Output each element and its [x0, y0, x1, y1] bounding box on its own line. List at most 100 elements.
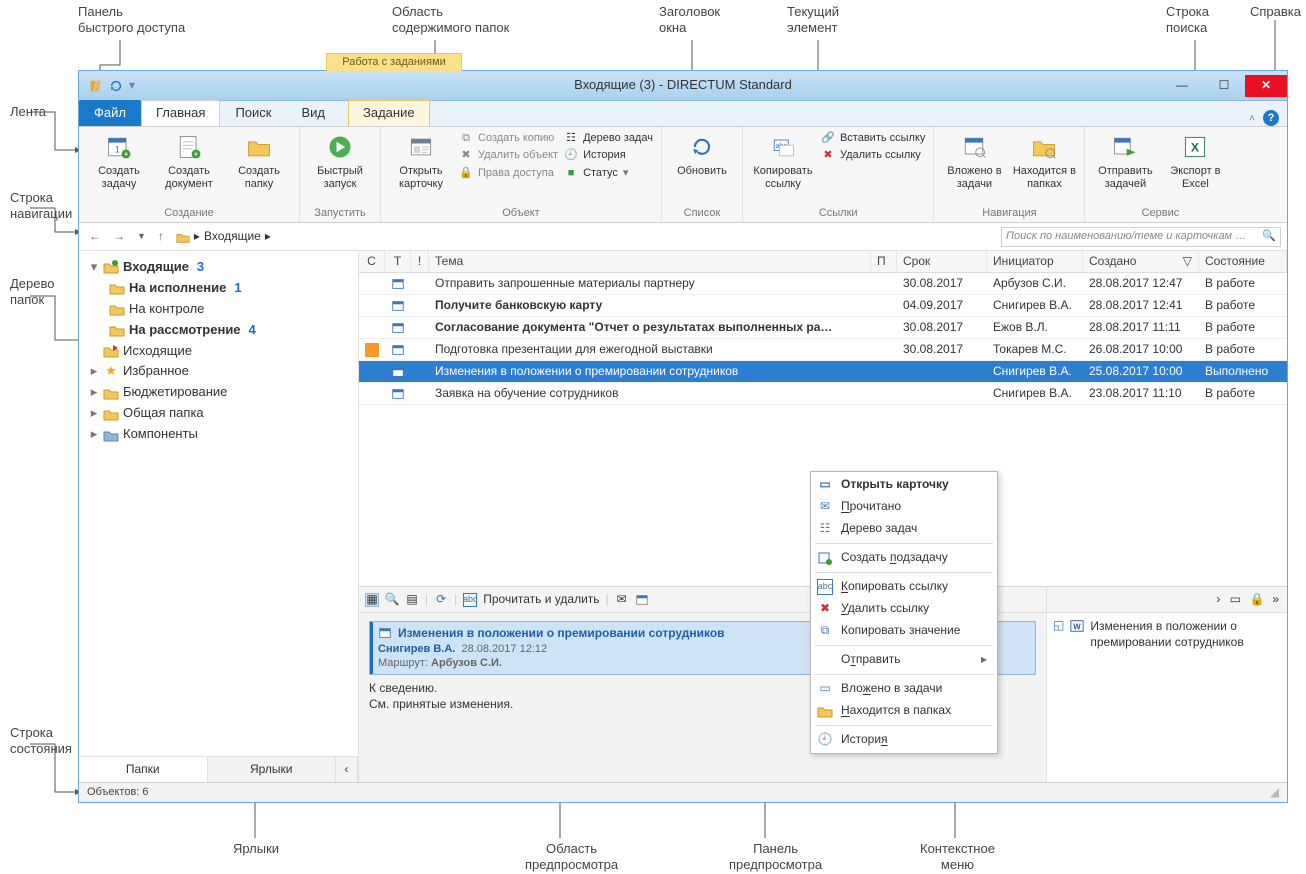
- table-row[interactable]: Изменения в положении о премировании сот…: [359, 361, 1287, 383]
- ctx-copy-value[interactable]: ⧉Копировать значение: [811, 620, 997, 642]
- create-task-button[interactable]: 1 Создать задачу: [87, 131, 151, 190]
- grid-body: Отправить запрошенные материалы партнеру…: [359, 273, 1287, 405]
- breadcrumb-root-icon: [176, 230, 190, 244]
- callout-shortcuts: Ярлыки: [233, 841, 279, 857]
- paste-link-button[interactable]: Вставить ссылку: [840, 131, 925, 145]
- nested-in-tasks-button[interactable]: Вложено в задачи: [942, 131, 1006, 190]
- tree-common-folder[interactable]: ▸ Общая папка: [83, 403, 354, 424]
- collapse-sidebar-button[interactable]: ‹: [336, 757, 358, 782]
- table-row[interactable]: Отправить запрошенные материалы партнеру…: [359, 273, 1287, 295]
- col-date[interactable]: Срок: [897, 251, 987, 272]
- group-create-label: Создание: [87, 206, 291, 220]
- table-row[interactable]: Подготовка презентации для ежегодной выс…: [359, 339, 1287, 361]
- delete-object-button[interactable]: Удалить объект: [478, 148, 558, 162]
- col-initiator[interactable]: Инициатор: [987, 251, 1083, 272]
- col-state[interactable]: Состояние: [1199, 251, 1287, 272]
- search-input[interactable]: Поиск по наименованию/теме и карточкам ……: [1001, 227, 1281, 247]
- ctx-nested-tasks[interactable]: ▭Вложено в задачи: [811, 678, 997, 700]
- read-and-delete-button[interactable]: Прочитать и удалить: [483, 592, 599, 608]
- ctx-history[interactable]: 🕘История: [811, 729, 997, 751]
- ctx-copy-link[interactable]: abcКопировать ссылку: [811, 576, 997, 598]
- nav-back-button[interactable]: ←: [85, 229, 105, 245]
- callout-help: Справка: [1250, 4, 1301, 20]
- collapse-ribbon-icon[interactable]: ˄: [1249, 112, 1255, 125]
- ctx-subtask[interactable]: Создать подзадачу: [811, 547, 997, 569]
- breadcrumb[interactable]: ▸ Входящие ▸: [176, 229, 271, 245]
- nav-up-button[interactable]: ↑: [154, 229, 168, 245]
- table-row[interactable]: Согласование документа "Отчет о результа…: [359, 317, 1287, 339]
- ctx-delete-link[interactable]: ✖Удалить ссылку: [811, 598, 997, 620]
- tab-home[interactable]: Главная: [141, 100, 220, 126]
- pv-abc-icon[interactable]: abc: [463, 593, 477, 607]
- tab-shortcuts[interactable]: Ярлыки: [208, 757, 337, 782]
- attachment-title: Изменения в положении о премировании сот…: [1090, 619, 1281, 650]
- col-t[interactable]: Т: [385, 251, 411, 272]
- pv-refresh-icon[interactable]: ⟳: [434, 593, 448, 607]
- status-button[interactable]: Статус: [583, 166, 618, 180]
- expand-icon[interactable]: ›: [1216, 592, 1220, 608]
- export-excel-button[interactable]: X Экспорт в Excel: [1163, 131, 1227, 190]
- tab-folders[interactable]: Папки: [79, 757, 208, 782]
- tab-search[interactable]: Поиск: [220, 100, 286, 126]
- pv-layout-icon[interactable]: ▦: [365, 593, 379, 607]
- pv-magnifier-icon[interactable]: 🔍: [385, 593, 399, 607]
- pv-grid-icon[interactable]: ▤: [405, 593, 419, 607]
- create-copy-button[interactable]: Создать копию: [478, 131, 554, 145]
- ctx-send[interactable]: Отправить▸: [811, 649, 997, 671]
- send-as-task-button[interactable]: Отправить задачей: [1093, 131, 1157, 190]
- nav-forward-button[interactable]: →: [109, 229, 129, 245]
- ctx-open-card[interactable]: ▭Открыть карточку: [811, 474, 997, 496]
- ctx-in-folders[interactable]: Находится в папках: [811, 700, 997, 722]
- tree-favorites[interactable]: ▸ ★ Избранное: [83, 361, 354, 382]
- col-bang[interactable]: !: [411, 251, 429, 272]
- quick-launch-label: Быстрый запуск: [308, 165, 372, 190]
- create-document-button[interactable]: Создать документ: [157, 131, 221, 190]
- pv-envelope-icon[interactable]: ✉: [615, 593, 629, 607]
- refresh-button[interactable]: Обновить: [670, 131, 734, 178]
- ctx-read[interactable]: ✉Прочитано: [811, 496, 997, 518]
- callout-preview-area: Область предпросмотра: [525, 841, 618, 874]
- tab-view[interactable]: Вид: [286, 100, 340, 126]
- lock-icon[interactable]: 🔒: [1250, 593, 1264, 607]
- card-icon[interactable]: ▭: [1228, 593, 1242, 607]
- tree-inbox[interactable]: ▾ Входящие 3: [83, 257, 354, 278]
- tab-file[interactable]: Файл: [79, 100, 141, 126]
- resize-grip-icon[interactable]: ◢: [1270, 785, 1279, 801]
- tree-outbox[interactable]: Исходящие: [83, 341, 354, 362]
- copy-link-button[interactable]: abc Копировать ссылку: [751, 131, 815, 190]
- minimize-button[interactable]: —: [1161, 75, 1203, 97]
- col-c[interactable]: С: [359, 251, 385, 272]
- col-created[interactable]: Создано ▽: [1083, 251, 1199, 272]
- table-row[interactable]: Получите банковскую карту 04.09.2017 Сни…: [359, 295, 1287, 317]
- col-p[interactable]: П: [871, 251, 897, 272]
- tree-for-review[interactable]: На рассмотрение 4: [83, 320, 354, 341]
- history-button[interactable]: История: [583, 148, 626, 162]
- more-icon[interactable]: »: [1272, 592, 1279, 608]
- delete-link-button[interactable]: Удалить ссылку: [840, 148, 921, 162]
- refresh-icon[interactable]: [109, 79, 123, 93]
- breadcrumb-inbox[interactable]: Входящие: [204, 229, 261, 245]
- attachment-item[interactable]: ◱ W Изменения в положении о премировании…: [1053, 619, 1281, 650]
- open-card-label: Открыть карточку: [389, 165, 453, 190]
- quick-launch-button[interactable]: Быстрый запуск: [308, 131, 372, 190]
- col-theme[interactable]: Тема: [429, 251, 871, 272]
- open-card-button[interactable]: Открыть карточку: [389, 131, 453, 190]
- table-row[interactable]: Заявка на обучение сотрудников Снигирев …: [359, 383, 1287, 405]
- access-rights-button[interactable]: Права доступа: [478, 166, 554, 180]
- ctx-tree[interactable]: ☷Дерево задач: [811, 518, 997, 540]
- tab-task[interactable]: Задание: [348, 100, 430, 126]
- create-folder-button[interactable]: Создать папку: [227, 131, 291, 190]
- help-button[interactable]: ?: [1263, 110, 1279, 126]
- task-tree-button[interactable]: Дерево задач: [583, 131, 653, 145]
- located-in-folders-button[interactable]: Находится в папках: [1012, 131, 1076, 190]
- close-button[interactable]: ✕: [1245, 75, 1287, 97]
- tree-to-execute[interactable]: На исполнение 1: [83, 278, 354, 299]
- qat-customize-icon[interactable]: ▾: [129, 78, 139, 94]
- maximize-button[interactable]: ☐: [1203, 75, 1245, 97]
- nav-history-dropdown[interactable]: ▼: [133, 231, 150, 243]
- tree-on-control[interactable]: На контроле: [83, 299, 354, 320]
- group-list-label: Список: [670, 206, 734, 220]
- tree-components[interactable]: ▸ Компоненты: [83, 424, 354, 445]
- tree-budgeting[interactable]: ▸ Бюджетирование: [83, 382, 354, 403]
- pv-task-icon[interactable]: [635, 593, 649, 607]
